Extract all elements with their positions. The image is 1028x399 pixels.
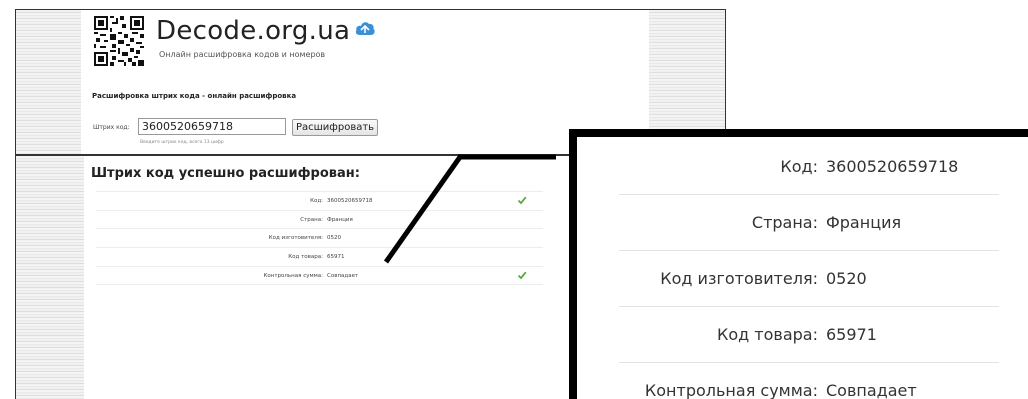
qr-code-icon — [94, 16, 144, 66]
page-background-left — [16, 10, 81, 154]
zoom-row: Код: 3600520659718 — [619, 139, 999, 194]
zoomed-result-panel: Код: 3600520659718 Страна: Франция Код и… — [569, 129, 1028, 399]
row-value: 3600520659718 — [327, 198, 373, 204]
checkmark-icon — [517, 271, 527, 280]
row-label: Код товара: — [288, 254, 323, 261]
input-hint: Введите штрих код, всего 13 цифр — [140, 140, 224, 145]
zoom-row: Код товара: 65971 — [619, 307, 999, 362]
cloud-icon — [355, 22, 375, 35]
zoom-row: Контрольная сумма: Совпадает — [619, 363, 999, 399]
zoom-row-value: 0520 — [826, 269, 867, 288]
decode-button[interactable]: Расшифровать — [292, 119, 379, 136]
table-row: Код изготовителя: 0520 — [96, 228, 543, 247]
table-row: Страна: Франция — [96, 209, 543, 229]
zoom-row-value: Совпадает — [826, 381, 917, 399]
checkmark-icon — [517, 196, 527, 205]
row-label: Страна: — [300, 216, 323, 223]
row-value: 65971 — [327, 254, 345, 261]
table-row: Код: 3600520659718 — [96, 191, 543, 210]
barcode-input[interactable] — [138, 118, 286, 135]
result-table-small: Код: 3600520659718 Страна: Франция Код и… — [96, 191, 543, 286]
table-row: Код товара: 65971 — [96, 247, 543, 266]
row-value: Совпадает — [327, 272, 359, 279]
zoom-row: Код изготовителя: 0520 — [619, 251, 999, 306]
zoom-row-label: Страна: — [751, 213, 818, 232]
row-label: Контрольная сумма: — [263, 272, 323, 279]
barcode-label: Штрих код: — [93, 124, 130, 131]
table-row: Контрольная сумма: Совпадает — [96, 265, 543, 286]
zoom-row: Страна: Франция — [619, 195, 999, 250]
row-label: Код изготовителя: — [268, 235, 323, 242]
result-heading: Штрих код успешно расшифрован: — [91, 166, 360, 181]
bottom-screenshot-panel: Штрих код успешно расшифрован: Код: 3600… — [15, 155, 571, 399]
zoom-row-label: Код товара: — [717, 325, 818, 344]
zoom-row-value: 65971 — [826, 325, 877, 344]
row-label: Код: — [310, 198, 323, 204]
site-subtitle: Онлайн расшифровка кодов и номеров — [159, 50, 326, 59]
zoom-row-value: Франция — [826, 213, 902, 232]
page-background-left — [16, 156, 84, 399]
zoom-row-value: 3600520659718 — [826, 157, 959, 176]
zoom-row-label: Контрольная сумма: — [644, 381, 818, 399]
row-value: 0520 — [327, 235, 341, 242]
form-heading: Расшифровка штрих кода - онлайн расшифро… — [92, 92, 297, 100]
zoom-row-label: Код изготовителя: — [660, 269, 818, 288]
row-value: Франция — [327, 216, 353, 223]
site-title[interactable]: Decode.org.ua — [156, 16, 350, 46]
zoom-row-label: Код: — [780, 157, 818, 176]
